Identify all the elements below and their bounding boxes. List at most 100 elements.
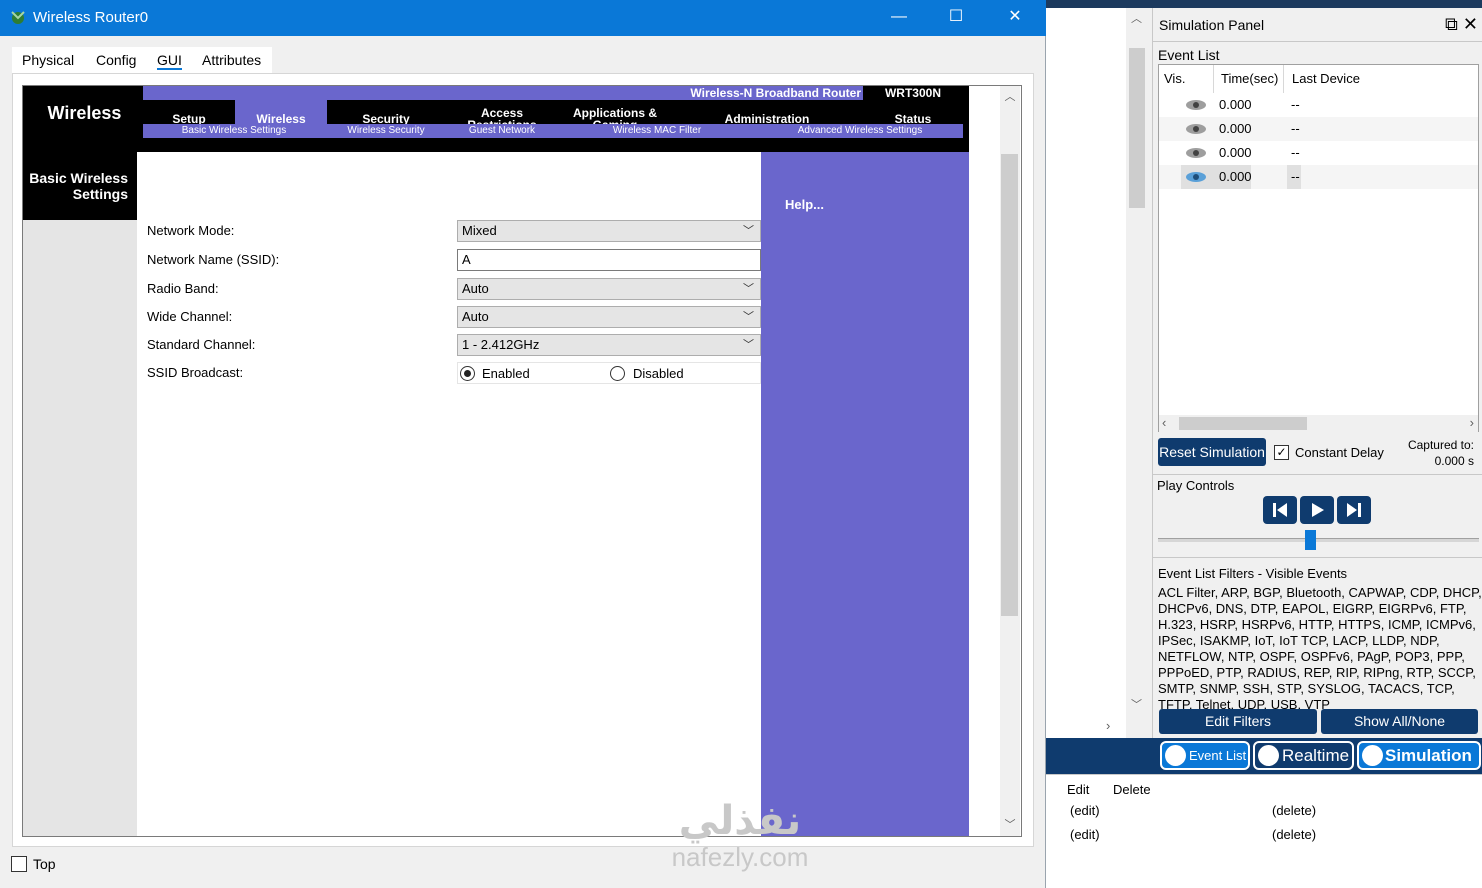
- event-list-label: Event List: [1158, 47, 1220, 63]
- divider: [1153, 41, 1482, 42]
- speed-slider-thumb[interactable]: [1305, 530, 1316, 550]
- left-column: [23, 220, 137, 836]
- event-list-table: Vis. Time(sec) Last Device 0.000 -- 0.00…: [1158, 64, 1479, 432]
- packet-tracer-right: ︿ ﹀ › Simulation Panel ⧉ ✕ Event List Vi…: [1046, 0, 1482, 888]
- mode-bar: Event List Realtime Simulation: [1046, 738, 1482, 774]
- screen: Wireless Router0 — ☐ ✕ Physical Config G…: [0, 0, 1482, 888]
- play-button[interactable]: [1300, 496, 1334, 524]
- reset-simulation-button[interactable]: Reset Simulation: [1158, 438, 1266, 466]
- workspace-scrollbar[interactable]: ︿ ﹀ ›: [1106, 8, 1148, 738]
- realtime-mode-button[interactable]: Realtime: [1253, 741, 1354, 770]
- show-all-none-button[interactable]: Show All/None: [1321, 709, 1478, 734]
- radio-band-label: Radio Band:: [147, 281, 219, 296]
- back-button[interactable]: [1263, 496, 1297, 524]
- scroll-down-icon[interactable]: ﹀: [1131, 696, 1142, 712]
- simulation-panel: Simulation Panel ⧉ ✕ Event List Vis. Tim…: [1152, 8, 1482, 738]
- captured-to-label: Captured to:: [1407, 438, 1474, 452]
- scroll-right-icon[interactable]: ›: [1106, 718, 1110, 733]
- chevron-down-icon: ﹀: [743, 311, 754, 323]
- network-mode-select[interactable]: Mixed ﹀: [457, 220, 761, 242]
- col-vis[interactable]: Vis.: [1164, 71, 1185, 86]
- ssid-input[interactable]: A: [457, 249, 761, 271]
- col-divider: [1283, 65, 1284, 93]
- col-divider: [1213, 65, 1214, 93]
- pdu-edit-link[interactable]: (edit): [1070, 827, 1100, 842]
- constant-delay-checkbox[interactable]: ✓: [1274, 445, 1289, 460]
- divider: [1153, 474, 1482, 475]
- pdu-edit-header: Edit: [1067, 782, 1090, 797]
- stopwatch-icon: [1362, 745, 1383, 766]
- help-link[interactable]: Help...: [785, 197, 824, 212]
- event-row-selected[interactable]: 0.000 --: [1159, 165, 1478, 189]
- top-toolbar-strip: [1046, 0, 1482, 8]
- tab-physical[interactable]: Physical: [12, 47, 85, 73]
- close-button[interactable]: ✕: [986, 0, 1044, 36]
- play-icon: [1312, 503, 1324, 517]
- submenu-guest-network[interactable]: Guest Network: [447, 124, 557, 138]
- simulation-mode-button[interactable]: Simulation: [1357, 741, 1481, 770]
- tab-config[interactable]: Config: [86, 47, 147, 73]
- standard-channel-select[interactable]: 1 - 2.412GHz ﹀: [457, 334, 761, 356]
- eye-icon[interactable]: [1185, 171, 1207, 183]
- eye-icon[interactable]: [1185, 99, 1207, 111]
- minimize-button[interactable]: —: [870, 0, 928, 36]
- filters-title: Event List Filters - Visible Events: [1158, 566, 1348, 581]
- event-row[interactable]: 0.000 --: [1159, 141, 1478, 165]
- pdu-delete-link[interactable]: (delete): [1272, 827, 1316, 842]
- page-scrollbar[interactable]: ︿ ﹀: [1000, 86, 1020, 836]
- speed-slider[interactable]: [1158, 538, 1479, 542]
- tab-attributes[interactable]: Attributes: [192, 47, 272, 73]
- chevron-down-icon: ﹀: [743, 339, 754, 351]
- scroll-left-icon[interactable]: ‹: [1162, 415, 1166, 430]
- skip-forward-icon: [1347, 503, 1361, 517]
- wide-channel-select[interactable]: Auto ﹀: [457, 306, 761, 328]
- event-list-hscroll[interactable]: ‹ ›: [1159, 415, 1478, 432]
- event-list-icon: [1165, 745, 1186, 766]
- maximize-button[interactable]: ☐: [927, 0, 985, 36]
- help-column: Help...: [761, 152, 969, 836]
- col-last-device[interactable]: Last Device: [1292, 71, 1360, 86]
- col-time[interactable]: Time(sec): [1221, 71, 1278, 86]
- network-mode-label: Network Mode:: [147, 223, 235, 238]
- panel-controls: ⧉ ✕: [1445, 14, 1478, 35]
- wide-channel-label: Wide Channel:: [147, 309, 233, 324]
- event-row[interactable]: 0.000 --: [1159, 93, 1478, 117]
- router-window: Wireless Router0 — ☐ ✕ Physical Config G…: [0, 0, 1046, 888]
- hscroll-thumb[interactable]: [1179, 417, 1307, 430]
- ssid-broadcast-disabled-radio[interactable]: [610, 366, 625, 381]
- close-panel-icon[interactable]: ✕: [1463, 14, 1478, 34]
- play-controls-label: Play Controls: [1157, 478, 1235, 493]
- router-model: WRT300N: [863, 86, 963, 100]
- scroll-thumb[interactable]: [1001, 154, 1018, 616]
- router-product-name: Wireless-N Broadband Router: [690, 86, 861, 100]
- divider: [1153, 557, 1482, 558]
- ssid-broadcast-label: SSID Broadcast:: [147, 365, 244, 380]
- tab-gui[interactable]: GUI: [147, 47, 192, 73]
- edit-filters-button[interactable]: Edit Filters: [1159, 709, 1317, 734]
- pdu-delete-link[interactable]: (delete): [1272, 803, 1316, 818]
- event-list-mode-button[interactable]: Event List: [1160, 741, 1250, 770]
- undock-icon[interactable]: ⧉: [1445, 14, 1458, 34]
- submenu-advanced-wireless[interactable]: Advanced Wireless Settings: [757, 124, 963, 138]
- pdu-list: Edit Delete (edit) (delete) (edit) (dele…: [1046, 774, 1482, 888]
- radio-band-select[interactable]: Auto ﹀: [457, 278, 761, 300]
- constant-delay-label: Constant Delay: [1295, 445, 1384, 460]
- top-label: Top: [33, 856, 56, 872]
- scroll-down-icon[interactable]: ﹀: [1000, 816, 1020, 832]
- scroll-up-icon[interactable]: ︿: [1000, 88, 1020, 104]
- submenu-wireless-security[interactable]: Wireless Security: [325, 124, 447, 138]
- scroll-up-icon[interactable]: ︿: [1131, 10, 1142, 26]
- eye-icon[interactable]: [1185, 147, 1207, 159]
- submenu-mac-filter[interactable]: Wireless MAC Filter: [557, 124, 757, 138]
- ssid-broadcast-enabled-radio[interactable]: [460, 366, 475, 381]
- top-checkbox[interactable]: [11, 856, 27, 872]
- workspace-scroll-thumb[interactable]: [1129, 48, 1145, 208]
- pdu-edit-link[interactable]: (edit): [1070, 803, 1100, 818]
- submenu-basic-wireless[interactable]: Basic Wireless Settings: [143, 124, 325, 138]
- event-row[interactable]: 0.000 --: [1159, 117, 1478, 141]
- scroll-right-icon[interactable]: ›: [1470, 415, 1474, 430]
- workspace[interactable]: [1046, 8, 1126, 738]
- forward-button[interactable]: [1337, 496, 1371, 524]
- ssid-broadcast-enabled-label: Enabled: [482, 366, 530, 381]
- eye-icon[interactable]: [1185, 123, 1207, 135]
